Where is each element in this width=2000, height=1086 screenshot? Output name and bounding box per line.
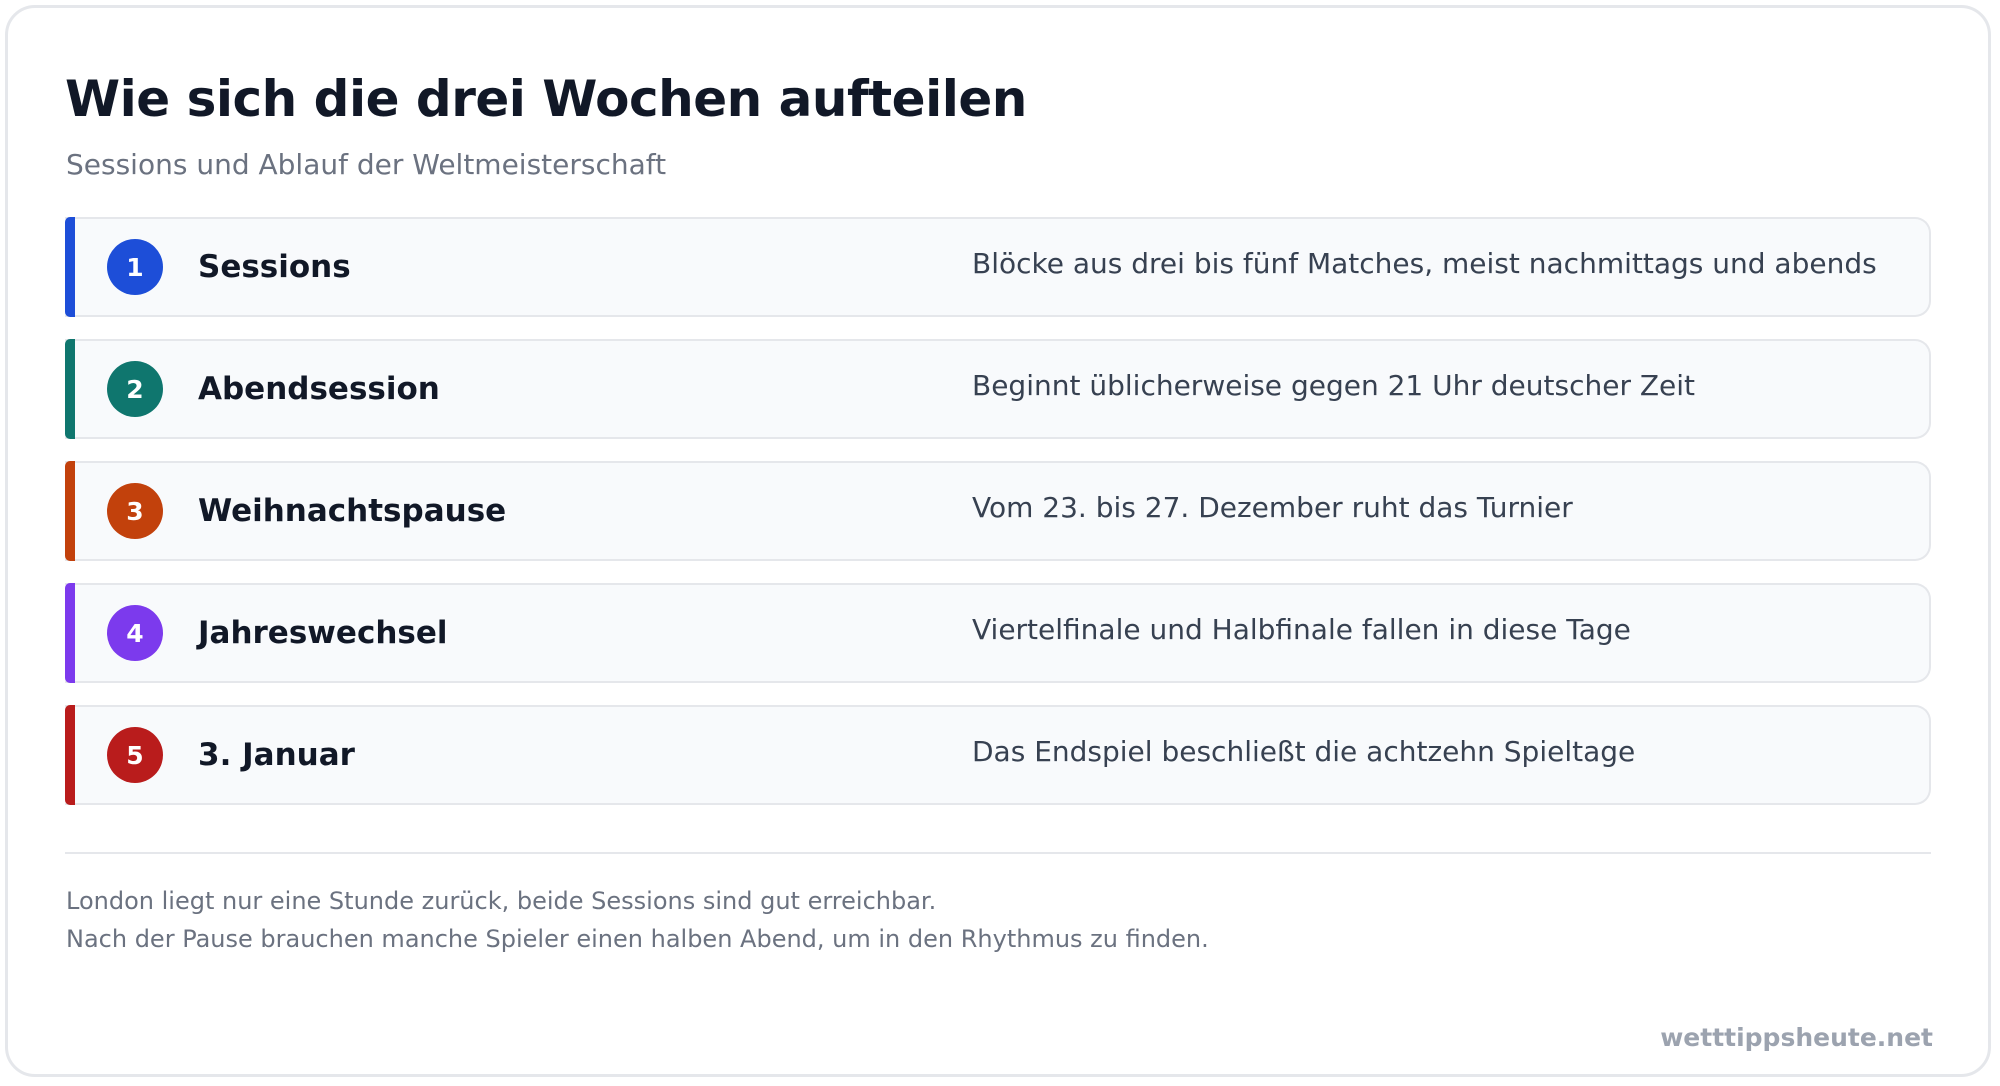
section-divider bbox=[65, 852, 1931, 854]
step-label: Weihnachtspause bbox=[198, 493, 507, 529]
step-accent-bar bbox=[65, 461, 75, 561]
step-accent-bar bbox=[65, 583, 75, 683]
step-number-badge: 5 bbox=[107, 727, 163, 783]
step-label: Sessions bbox=[198, 249, 351, 285]
step-row-2: 2 Abendsession Beginnt üblicherweise geg… bbox=[65, 339, 1931, 439]
step-number-badge: 4 bbox=[107, 605, 163, 661]
step-description: Blöcke aus drei bis fünf Matches, meist … bbox=[972, 247, 1877, 280]
step-row-1: 1 Sessions Blöcke aus drei bis fünf Matc… bbox=[65, 217, 1931, 317]
page-subtitle: Sessions und Ablauf der Weltmeisterschaf… bbox=[66, 148, 667, 181]
step-label: Abendsession bbox=[198, 371, 440, 407]
step-row-5: 5 3. Januar Das Endspiel beschließt die … bbox=[65, 705, 1931, 805]
step-description: Vom 23. bis 27. Dezember ruht das Turnie… bbox=[972, 491, 1573, 524]
step-number-badge: 2 bbox=[107, 361, 163, 417]
step-accent-bar bbox=[65, 217, 75, 317]
step-description: Viertelfinale und Halbfinale fallen in d… bbox=[972, 613, 1631, 646]
step-accent-bar bbox=[65, 339, 75, 439]
step-row-4: 4 Jahreswechsel Viertelfinale und Halbfi… bbox=[65, 583, 1931, 683]
step-number-badge: 3 bbox=[107, 483, 163, 539]
footnote-line-1: London liegt nur eine Stunde zurück, bei… bbox=[66, 887, 937, 915]
step-row-3: 3 Weihnachtspause Vom 23. bis 27. Dezemb… bbox=[65, 461, 1931, 561]
step-label: 3. Januar bbox=[198, 737, 355, 773]
step-accent-bar bbox=[65, 705, 75, 805]
step-description: Beginnt üblicherweise gegen 21 Uhr deuts… bbox=[972, 369, 1696, 402]
footnote-line-2: Nach der Pause brauchen manche Spieler e… bbox=[66, 925, 1209, 953]
step-label: Jahreswechsel bbox=[198, 615, 448, 651]
step-number-badge: 1 bbox=[107, 239, 163, 295]
steps-list: 1 Sessions Blöcke aus drei bis fünf Matc… bbox=[65, 217, 1931, 827]
brand-watermark: wetttippsheute.net bbox=[1660, 1023, 1933, 1052]
page-title: Wie sich die drei Wochen aufteilen bbox=[65, 70, 1027, 128]
step-description: Das Endspiel beschließt die achtzehn Spi… bbox=[972, 735, 1636, 768]
